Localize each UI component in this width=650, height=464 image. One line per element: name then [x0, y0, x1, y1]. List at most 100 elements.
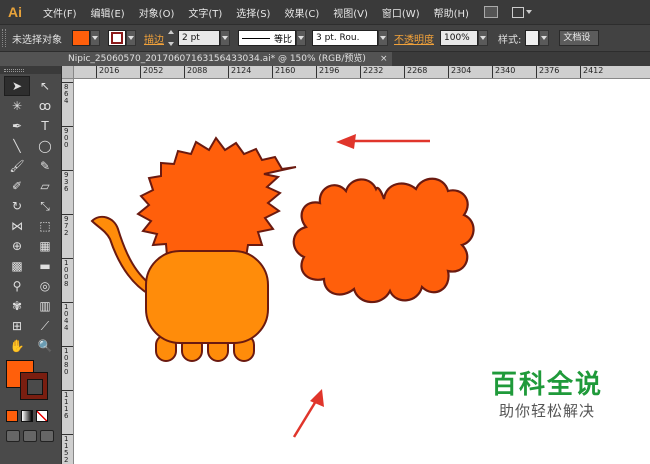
opacity-dropdown[interactable] [478, 30, 488, 46]
large-scalloped-shape[interactable] [292, 177, 475, 304]
ruler-tick: 2052 [140, 66, 163, 78]
tools-panel-grip[interactable] [0, 66, 61, 74]
variable-width-profile[interactable]: 等比 [238, 30, 296, 46]
stroke-weight-stepper[interactable] [168, 30, 176, 46]
menu-select[interactable]: 选择(S) [231, 5, 275, 20]
ruler-tick: 900 [62, 126, 73, 149]
ruler-origin[interactable] [62, 66, 74, 79]
horizontal-ruler[interactable]: 2016 2052 2088 2124 2160 2196 2232 2268 … [74, 66, 650, 79]
menu-window[interactable]: 窗口(W) [377, 5, 425, 20]
graphic-style-swatch[interactable] [525, 30, 540, 46]
menu-help[interactable]: 帮助(H) [429, 5, 474, 20]
menu-view[interactable]: 视图(V) [328, 5, 373, 20]
pen-tool-icon[interactable]: ✒ [4, 116, 30, 136]
menu-file[interactable]: 文件(F) [38, 5, 82, 20]
stroke-swatch[interactable] [108, 30, 126, 46]
stroke-weight-input[interactable]: 2 pt [178, 30, 220, 46]
ruler-tick: 1044 [62, 302, 73, 332]
symbol-sprayer-tool-icon[interactable]: ✾ [4, 296, 30, 316]
tool-grid: ➤ ↖ ✳ ꝏ ✒ T ╲ ◯ 🖌 ✎ ✐ ▱ ↻ ⤡ ⋈ ⬚ ⊕ ▦ ▩ ▬ ⚲ ◎ ✾ ▥ ⊞ ⟋ ✋ 🔍 [4, 76, 58, 356]
perspective-grid-tool-icon[interactable]: ▦ [32, 236, 58, 256]
control-bar: 未选择对象 描边 2 pt 等比 3 pt. Rou. 不透明度 100% 样式… [0, 24, 650, 52]
brush-dropdown[interactable] [378, 30, 388, 46]
app-logo: Ai [8, 4, 22, 20]
artboard-tool-icon[interactable]: ⊞ [4, 316, 30, 336]
draw-normal-icon[interactable] [6, 430, 20, 442]
selection-tool-icon[interactable]: ➤ [4, 76, 30, 96]
panel-grip[interactable] [2, 29, 6, 47]
menu-object[interactable]: 对象(O) [134, 5, 180, 20]
color-mode-row [6, 410, 48, 422]
ruler-tick: 2412 [580, 66, 603, 78]
watermark: 百科全说 助你轻松解决 [482, 370, 612, 422]
ruler-tick: 1008 [62, 258, 73, 288]
paintbrush-tool-icon[interactable]: 🖌 [4, 156, 30, 176]
ruler-tick: 2016 [96, 66, 119, 78]
ruler-tick: 2232 [360, 66, 383, 78]
ruler-tick: 2376 [536, 66, 559, 78]
gradient-mode-icon[interactable] [21, 410, 33, 422]
opacity-panel-link[interactable]: 不透明度 [394, 31, 434, 46]
ruler-tick: 864 [62, 82, 73, 105]
ruler-tick: 2124 [228, 66, 251, 78]
vertical-ruler[interactable]: 864 900 936 972 1008 1044 1080 1116 1152 [62, 66, 74, 464]
watermark-title: 百科全说 [490, 370, 603, 400]
hand-tool-icon[interactable]: ✋ [4, 336, 30, 356]
blob-brush-tool-icon[interactable]: ✐ [4, 176, 30, 196]
eraser-tool-icon[interactable]: ▱ [32, 176, 58, 196]
gradient-tool-icon[interactable]: ▬ [32, 256, 58, 276]
stroke-profile-label: 等比 [273, 34, 292, 45]
slice-tool-icon[interactable]: ⟋ [32, 316, 58, 336]
menu-effect[interactable]: 效果(C) [279, 5, 324, 20]
none-mode-icon[interactable] [36, 410, 48, 422]
menu-type[interactable]: 文字(T) [183, 5, 227, 20]
stroke-dropdown-arrow[interactable] [126, 30, 136, 46]
width-tool-icon[interactable]: ⋈ [4, 216, 30, 236]
mesh-tool-icon[interactable]: ▩ [4, 256, 30, 276]
free-transform-tool-icon[interactable]: ⬚ [32, 216, 58, 236]
ruler-tick: 1152 [62, 434, 73, 464]
menu-edit[interactable]: 编辑(E) [86, 5, 130, 20]
ruler-tick: 2268 [404, 66, 427, 78]
stroke-weight-dropdown[interactable] [220, 30, 230, 46]
column-graph-tool-icon[interactable]: ▥ [32, 296, 58, 316]
magic-wand-tool-icon[interactable]: ✳ [4, 96, 30, 116]
stroke-color-box[interactable] [20, 372, 48, 400]
document-setup-button[interactable]: 文档设 [559, 30, 600, 46]
scale-tool-icon[interactable]: ⤡ [32, 196, 58, 216]
direct-selection-tool-icon[interactable]: ↖ [32, 76, 58, 96]
lasso-tool-icon[interactable]: ꝏ [32, 96, 58, 116]
blend-tool-icon[interactable]: ◎ [32, 276, 58, 296]
draw-behind-icon[interactable] [23, 430, 37, 442]
ruler-tick: 972 [62, 214, 73, 237]
ruler-tick: 1116 [62, 390, 73, 420]
draw-inside-icon[interactable] [40, 430, 54, 442]
stroke-panel-link[interactable]: 描边 [144, 31, 164, 46]
fill-swatch[interactable] [72, 30, 90, 46]
arrange-documents-icon[interactable] [511, 6, 534, 18]
ellipse-tool-icon[interactable]: ◯ [32, 136, 58, 156]
pencil-tool-icon[interactable]: ✎ [32, 156, 58, 176]
document-tab[interactable]: Nipic_25060570_20170607163156433034.ai* … [62, 52, 392, 66]
ruler-tick: 1080 [62, 346, 73, 376]
brush-definition[interactable]: 3 pt. Rou. [312, 30, 378, 46]
graphic-style-dropdown[interactable] [539, 30, 550, 46]
tools-panel: ➤ ↖ ✳ ꝏ ✒ T ╲ ◯ 🖌 ✎ ✐ ▱ ↻ ⤡ ⋈ ⬚ ⊕ ▦ ▩ ▬ ⚲ ◎ ✾ ▥ ⊞ ⟋ ✋ 🔍 [0, 66, 62, 464]
stroke-profile-line [242, 37, 270, 39]
fill-dropdown-arrow[interactable] [90, 30, 100, 46]
shape-builder-tool-icon[interactable]: ⊕ [4, 236, 30, 256]
type-tool-icon[interactable]: T [32, 116, 58, 136]
fill-stroke-widget [6, 360, 50, 404]
zoom-tool-icon[interactable]: 🔍 [32, 336, 58, 356]
close-tab-icon[interactable]: × [380, 52, 388, 66]
color-mode-icon[interactable] [6, 410, 18, 422]
drawing-mode-row [6, 430, 54, 442]
line-tool-icon[interactable]: ╲ [4, 136, 30, 156]
rotate-tool-icon[interactable]: ↻ [4, 196, 30, 216]
opacity-input[interactable]: 100% [440, 30, 478, 46]
eyedropper-tool-icon[interactable]: ⚲ [4, 276, 30, 296]
bridge-icon[interactable] [483, 6, 498, 18]
small-scalloped-shape[interactable] [136, 136, 297, 268]
animal-body[interactable] [145, 250, 269, 344]
stroke-profile-dropdown[interactable] [296, 30, 306, 46]
